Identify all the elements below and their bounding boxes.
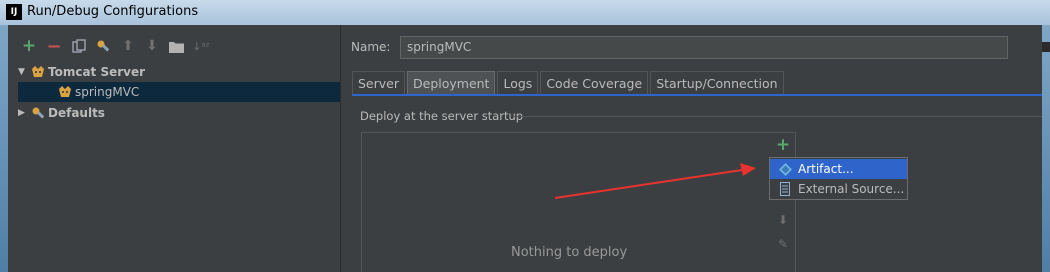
annotation-arrow	[554, 163, 756, 199]
